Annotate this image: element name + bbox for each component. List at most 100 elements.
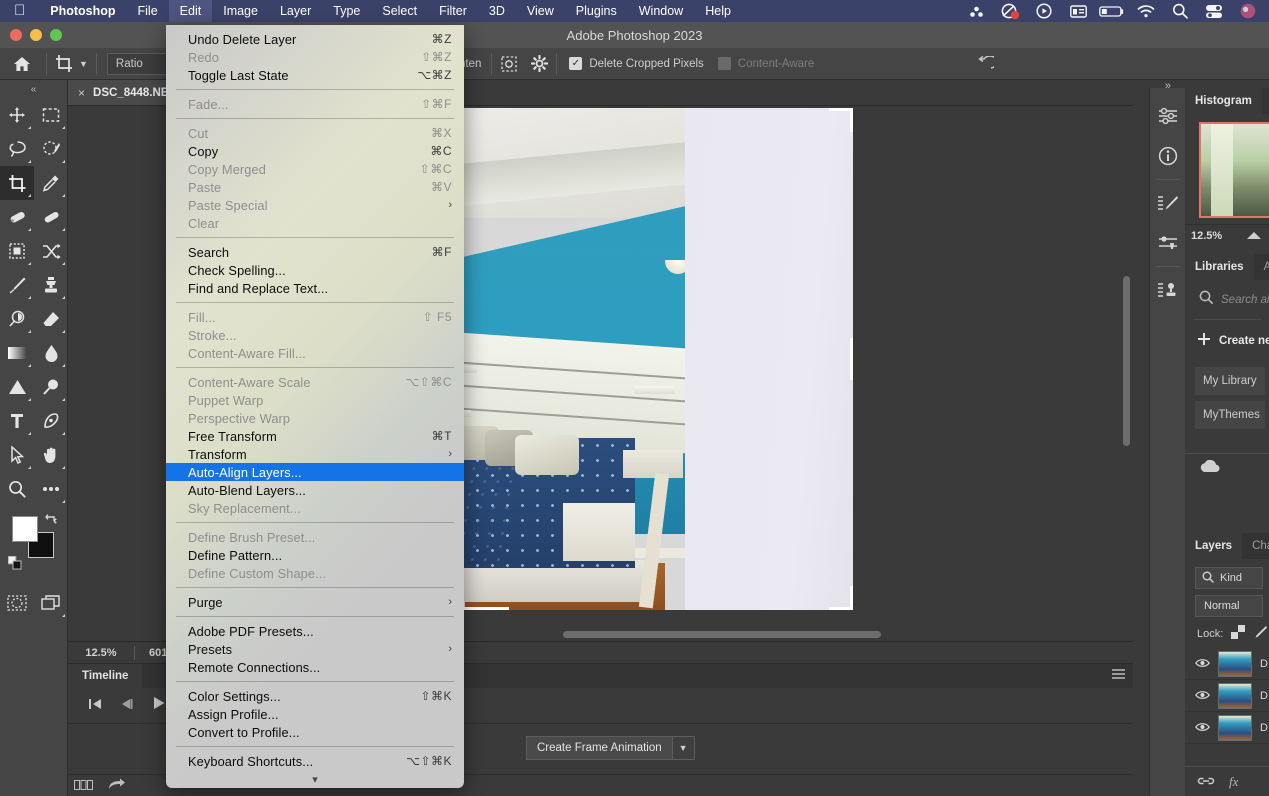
menu-item-paste[interactable]: Paste ⌘V	[166, 178, 464, 196]
menu-item-perspective-warp[interactable]: Perspective Warp	[166, 409, 464, 427]
dodge-tool-icon[interactable]	[0, 370, 34, 404]
menu-item-keyboard-shortcuts[interactable]: Keyboard Shortcuts... ⌥⇧⌘K	[166, 752, 464, 770]
menu-item-convert-to-profile[interactable]: Convert to Profile...	[166, 723, 464, 741]
move-tool-icon[interactable]	[0, 98, 34, 132]
libraries-search-input[interactable]: Search all	[1221, 294, 1269, 306]
menu-edit[interactable]: Edit	[168, 0, 213, 22]
user-avatar-icon[interactable]	[1231, 0, 1265, 22]
eye-icon[interactable]	[1195, 689, 1210, 703]
menu-image[interactable]: Image	[212, 0, 269, 22]
menu-item-auto-blend-layers[interactable]: Auto-Blend Layers...	[166, 481, 464, 499]
play-icon[interactable]	[152, 696, 166, 715]
menu-item-fill[interactable]: Fill... ⇧ F5	[166, 308, 464, 326]
home-icon[interactable]	[0, 56, 44, 72]
menu-item-presets[interactable]: Presets ›	[166, 640, 464, 658]
tab-timeline[interactable]: Timeline	[68, 664, 143, 688]
brush-tool-icon[interactable]	[0, 268, 34, 302]
menu-type[interactable]: Type	[322, 0, 371, 22]
path-selection-tool-icon[interactable]	[0, 438, 34, 472]
menu-item-check-spelling[interactable]: Check Spelling...	[166, 261, 464, 279]
blur-tool-icon[interactable]	[34, 336, 68, 370]
close-icon[interactable]: ×	[78, 86, 85, 100]
foreground-color-swatch[interactable]	[12, 516, 38, 542]
healing-brush-icon[interactable]	[34, 200, 68, 234]
tab-layers[interactable]: Layers	[1185, 533, 1243, 559]
menu-item-undo-delete-layer[interactable]: Undo Delete Layer ⌘Z	[166, 30, 464, 48]
reset-arrow-icon[interactable]	[969, 51, 999, 77]
search-icon[interactable]	[1163, 0, 1197, 22]
menu-item-color-settings[interactable]: Color Settings... ⇧⌘K	[166, 687, 464, 705]
menu-item-define-pattern[interactable]: Define Pattern...	[166, 546, 464, 564]
selection-handle-right-top[interactable]	[849, 108, 853, 132]
menu-item-toggle-last-state[interactable]: Toggle Last State ⌥⌘Z	[166, 66, 464, 84]
wifi-icon[interactable]	[1129, 0, 1163, 22]
menu-item-search[interactable]: Search ⌘F	[166, 243, 464, 261]
layer-style-fx-icon[interactable]: fx	[1229, 774, 1238, 790]
eyedropper-tool-icon[interactable]	[34, 166, 68, 200]
more-tools-icon[interactable]	[34, 472, 68, 506]
menu-file[interactable]: File	[127, 0, 169, 22]
menu-item-auto-align-layers[interactable]: Auto-Align Layers...	[166, 463, 464, 481]
menu-item-stroke[interactable]: Stroke...	[166, 326, 464, 344]
tab-histogram[interactable]: Histogram	[1185, 88, 1262, 114]
checkbox-unchecked-icon[interactable]: ✓	[717, 57, 731, 70]
frame-tool-icon[interactable]	[0, 234, 34, 268]
presets-icon[interactable]	[1150, 223, 1186, 263]
chevron-down-icon[interactable]: ▾	[166, 770, 464, 788]
lock-transparent-pixels-icon[interactable]	[1231, 625, 1246, 642]
menu-plugins[interactable]: Plugins	[565, 0, 628, 22]
library-item-my-library[interactable]: My Library	[1195, 367, 1265, 395]
menu-layer[interactable]: Layer	[269, 0, 322, 22]
menu-help[interactable]: Help	[694, 0, 742, 22]
menu-item-copy[interactable]: Copy ⌘C	[166, 142, 464, 160]
eye-icon[interactable]	[1195, 657, 1210, 671]
styles-brush-icon[interactable]	[1150, 183, 1186, 223]
cloud-icon[interactable]	[1199, 459, 1221, 478]
menu-window[interactable]: Window	[628, 0, 694, 22]
menu-item-purge[interactable]: Purge ›	[166, 593, 464, 611]
lock-image-pixels-icon[interactable]	[1253, 625, 1268, 642]
history-brush-icon[interactable]	[0, 302, 34, 336]
chevron-down-icon[interactable]: ▼	[672, 736, 695, 760]
layer-thumbnail[interactable]	[1218, 682, 1252, 709]
vertical-scrollbar[interactable]	[1120, 106, 1133, 627]
go-to-first-frame-icon[interactable]	[88, 697, 102, 715]
menu-item-sky-replacement[interactable]: Sky Replacement...	[166, 499, 464, 517]
hand-tool-icon[interactable]	[34, 438, 68, 472]
crop-overlay-icon[interactable]	[494, 51, 524, 77]
panel-menu-icon[interactable]	[1112, 669, 1125, 683]
dots-cluster-icon[interactable]	[959, 0, 993, 22]
libraries-search-row[interactable]: Search all	[1185, 280, 1269, 319]
layer-row[interactable]: D	[1185, 680, 1269, 712]
menu-item-copy-merged[interactable]: Copy Merged ⇧⌘C	[166, 160, 464, 178]
menu-item-clear[interactable]: Clear	[166, 214, 464, 232]
menu-item-assign-profile[interactable]: Assign Profile...	[166, 705, 464, 723]
spot-healing-brush-icon[interactable]	[0, 200, 34, 234]
edit-dropdown-menu[interactable]: Undo Delete Layer ⌘Z Redo ⇧⌘Z Toggle Las…	[166, 25, 464, 788]
battery-icon[interactable]	[1095, 0, 1129, 22]
tab-channels[interactable]: Cha	[1242, 533, 1269, 559]
menu-item-cut[interactable]: Cut ⌘X	[166, 124, 464, 142]
gear-icon[interactable]	[524, 51, 554, 77]
active-tool-chip[interactable]: ▼	[49, 51, 94, 77]
delete-cropped-pixels-checkbox[interactable]: ✓ Delete Cropped Pixels	[559, 57, 704, 70]
menu-item-define-brush-preset[interactable]: Define Brush Preset...	[166, 528, 464, 546]
blend-mode-select[interactable]: Normal	[1195, 595, 1263, 617]
menu-photoshop[interactable]: Photoshop	[39, 0, 126, 22]
share-icon[interactable]	[108, 777, 126, 795]
menu-item-content-aware-fill[interactable]: Content-Aware Fill...	[166, 344, 464, 362]
menu-item-redo[interactable]: Redo ⇧⌘Z	[166, 48, 464, 66]
screen-mode-icon[interactable]	[34, 586, 68, 620]
selection-handle-right-bottom[interactable]	[849, 586, 853, 610]
zoom-tool-icon[interactable]	[0, 472, 34, 506]
convert-to-video-timeline-icon[interactable]	[74, 777, 94, 795]
apple-icon[interactable]: 	[0, 3, 39, 18]
menu-item-fade[interactable]: Fade... ⇧⌘F	[166, 95, 464, 113]
swap-colors-icon[interactable]	[45, 512, 59, 529]
object-selection-tool-icon[interactable]	[34, 132, 68, 166]
menu-item-puppet-warp[interactable]: Puppet Warp	[166, 391, 464, 409]
menu-item-remote-connections[interactable]: Remote Connections...	[166, 658, 464, 676]
previous-frame-icon[interactable]	[120, 697, 134, 715]
library-item-mythemes[interactable]: MyThemes	[1195, 401, 1265, 429]
control-center-icon[interactable]	[1197, 0, 1231, 22]
